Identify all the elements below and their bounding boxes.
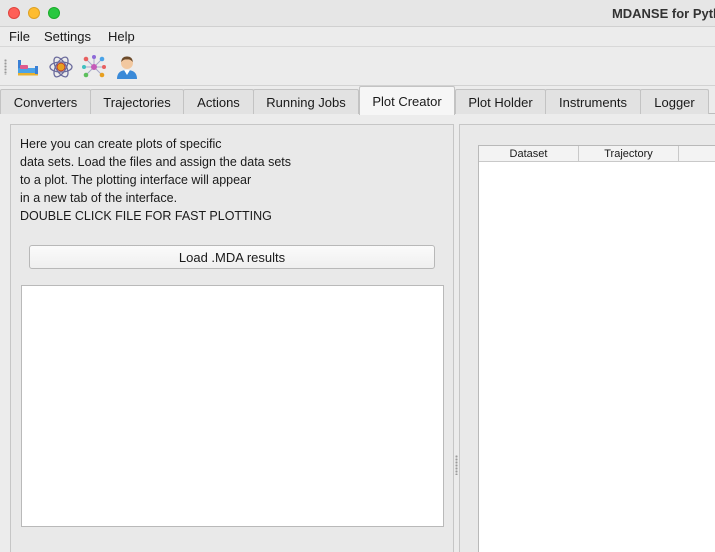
menu-file[interactable]: File xyxy=(9,29,30,44)
tab-logger[interactable]: Logger xyxy=(640,89,709,114)
tab-bar: Converters Trajectories Actions Running … xyxy=(0,86,715,115)
column-header-dataset[interactable]: Dataset xyxy=(479,146,579,162)
toolbar xyxy=(0,48,715,86)
column-header-extra[interactable] xyxy=(679,146,715,162)
tab-actions[interactable]: Actions xyxy=(183,89,254,114)
tab-plot-creator[interactable]: Plot Creator xyxy=(359,86,455,115)
menu-settings[interactable]: Settings xyxy=(44,29,91,44)
description-line: in a new tab of the interface. xyxy=(20,191,178,205)
molecule-network-icon[interactable] xyxy=(80,53,108,81)
atom-icon[interactable] xyxy=(47,53,75,81)
description-line: DOUBLE CLICK FILE FOR FAST PLOTTING xyxy=(20,209,272,223)
plot-creator-panel: Here you can create plots of specific da… xyxy=(10,124,454,552)
tab-trajectories[interactable]: Trajectories xyxy=(90,89,184,114)
tab-running-jobs[interactable]: Running Jobs xyxy=(253,89,359,114)
datasets-table[interactable]: Dataset Trajectory xyxy=(478,145,715,552)
menu-help[interactable]: Help xyxy=(108,29,135,44)
window-title: MDANSE for Pyth xyxy=(611,6,715,21)
close-window-button[interactable] xyxy=(8,7,20,19)
minimize-window-button[interactable] xyxy=(28,7,40,19)
title-bar: MDANSE for Pyth xyxy=(0,0,715,27)
maximize-window-button[interactable] xyxy=(48,7,60,19)
user-icon[interactable] xyxy=(113,53,141,81)
tab-instruments[interactable]: Instruments xyxy=(545,89,641,114)
database-icon[interactable] xyxy=(14,53,42,81)
description-line: data sets. Load the files and assign the… xyxy=(20,155,292,169)
tab-converters[interactable]: Converters xyxy=(0,89,91,114)
description-line: to a plot. The plotting interface will a… xyxy=(20,173,252,187)
panel-splitter-handle[interactable] xyxy=(455,455,458,475)
plot-creator-description: Here you can create plots of specific da… xyxy=(20,135,291,225)
plot-datasets-panel: Dataset Trajectory xyxy=(459,124,715,552)
loaded-files-list[interactable] xyxy=(21,285,444,527)
menu-bar: File Settings Help xyxy=(0,27,715,47)
column-header-trajectory[interactable]: Trajectory xyxy=(579,146,679,162)
load-mda-results-button[interactable]: Load .MDA results xyxy=(29,245,435,269)
tab-plot-holder[interactable]: Plot Holder xyxy=(455,89,546,114)
description-line: Here you can create plots of specific xyxy=(20,137,222,151)
toolbar-grip[interactable] xyxy=(4,59,7,75)
